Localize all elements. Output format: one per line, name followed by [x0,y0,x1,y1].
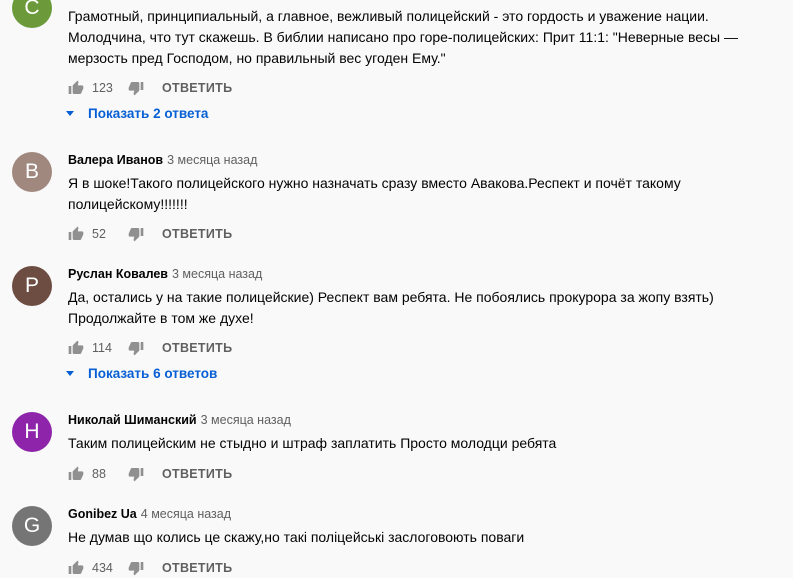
like-button[interactable]: 434 [68,560,116,576]
comment-text: Не думав що колись це скажу,но такі полі… [68,529,525,545]
avatar[interactable]: C [12,0,52,28]
like-button[interactable]: 123 [68,80,116,96]
like-count: 123 [92,81,113,95]
timestamp[interactable]: 3 месяца назад [172,267,262,281]
expand-arrow-icon [66,111,74,116]
avatar[interactable]: H [12,412,52,452]
show-replies-button[interactable]: Показать 2 ответа [66,106,208,121]
show-replies-button[interactable]: Показать 6 ответов [66,366,217,381]
thumb-down-icon [128,562,144,576]
avatar[interactable]: B [12,152,52,192]
timestamp[interactable]: 4 месяца назад [141,507,231,521]
like-button[interactable]: 88 [68,466,116,482]
comment-actions: 123 ОТВЕТИТЬ [68,78,232,98]
author-name[interactable]: Руслан Ковалев [68,267,168,281]
dislike-button[interactable] [128,80,144,96]
comment-text: Да, остались у на такие полицейские) Рес… [68,289,714,326]
like-button[interactable]: 52 [68,226,116,242]
thumb-up-icon [68,560,84,574]
comment-text: Таким полицейским не стыдно и штраф запл… [68,435,557,451]
dislike-button[interactable] [128,226,144,242]
show-replies-label: Показать 6 ответов [88,366,218,381]
comment-actions: 114 ОТВЕТИТЬ [68,338,232,358]
avatar[interactable]: G [12,506,52,546]
comment-header: Николай Шиманский 3 месяца назад [68,413,291,427]
thumb-up-icon [68,466,84,480]
author-name[interactable]: Gonibez Ua [68,507,137,521]
timestamp[interactable]: 3 месяца назад [201,413,291,427]
thumb-up-icon [68,80,84,94]
dislike-button[interactable] [128,340,144,356]
author-name[interactable]: Валера Иванов [68,153,163,167]
dislike-button[interactable] [128,560,144,576]
timestamp[interactable]: 3 месяца назад [167,153,257,167]
dislike-button[interactable] [128,466,144,482]
reply-button[interactable]: ОТВЕТИТЬ [162,341,232,355]
thumb-down-icon [128,468,144,482]
expand-arrow-icon [66,371,74,376]
show-replies-label: Показать 2 ответа [88,106,209,121]
comment-actions: 52 ОТВЕТИТЬ [68,224,232,244]
like-count: 88 [92,467,106,481]
reply-button[interactable]: ОТВЕТИТЬ [162,227,232,241]
comment-text: Грамотный, принципиальный, а главное, ве… [68,8,738,66]
avatar[interactable]: P [12,266,52,306]
comment-actions: 434 ОТВЕТИТЬ [68,558,232,578]
thumb-down-icon [128,228,144,242]
author-name[interactable]: Николай Шиманский [68,413,197,427]
thumb-down-icon [128,342,144,356]
like-count: 114 [92,341,112,355]
reply-button[interactable]: ОТВЕТИТЬ [162,81,232,95]
comment-actions: 88 ОТВЕТИТЬ [68,464,232,484]
thumb-down-icon [128,82,144,96]
thumb-up-icon [68,226,84,240]
comment-header: Руслан Ковалев 3 месяца назад [68,267,262,281]
comment-text: Я в шоке!Такого полицейского нужно назна… [68,175,681,212]
like-button[interactable]: 114 [68,340,116,356]
comment-header: Валера Иванов 3 месяца назад [68,153,257,167]
thumb-up-icon [68,340,84,354]
reply-button[interactable]: ОТВЕТИТЬ [162,467,232,481]
comment-header: Gonibez Ua 4 месяца назад [68,507,231,521]
like-count: 52 [92,227,106,241]
